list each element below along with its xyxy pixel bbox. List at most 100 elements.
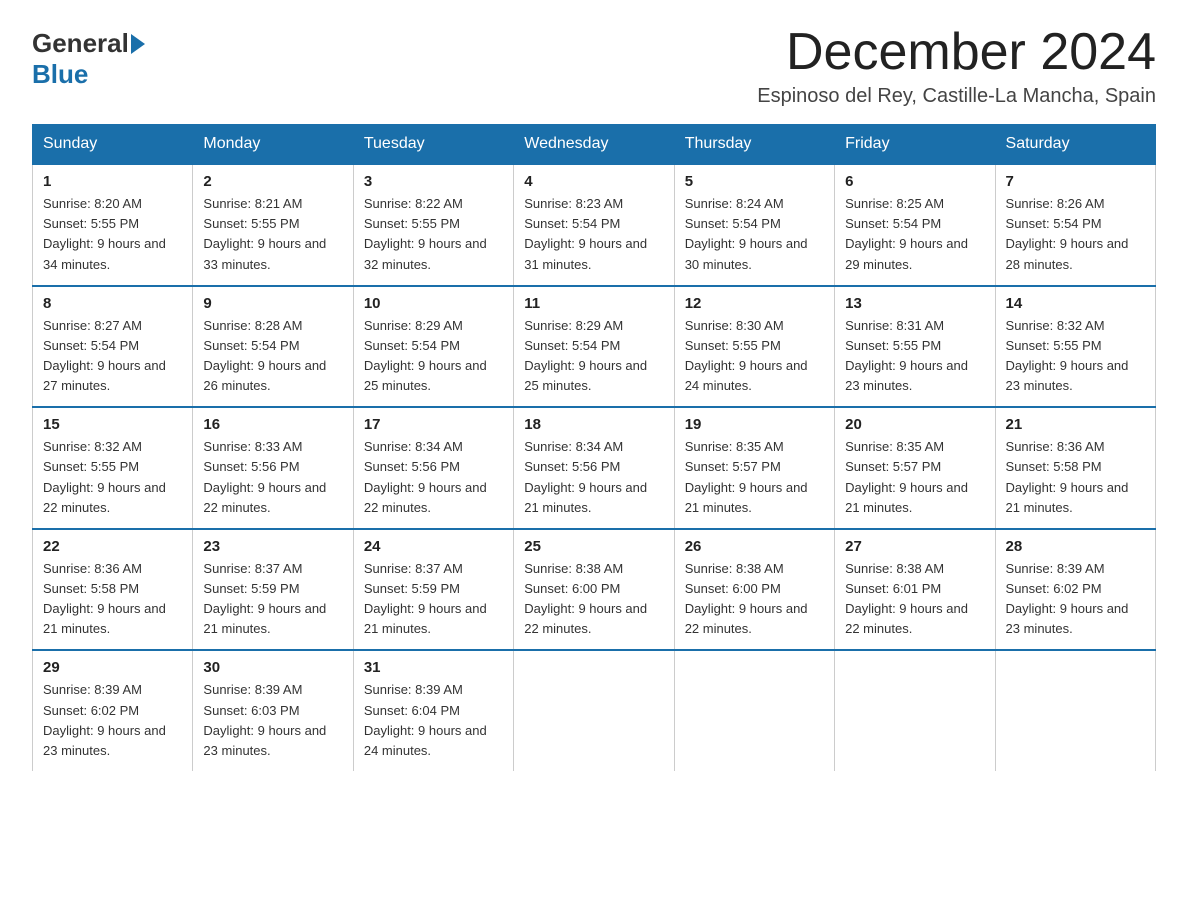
calendar-day-cell: 4Sunrise: 8:23 AMSunset: 5:54 PMDaylight… xyxy=(514,164,674,286)
day-number: 26 xyxy=(685,538,824,555)
day-number: 9 xyxy=(203,295,342,312)
day-info: Sunrise: 8:27 AMSunset: 5:54 PMDaylight:… xyxy=(43,316,182,397)
day-number: 19 xyxy=(685,416,824,433)
calendar-header-sunday: Sunday xyxy=(33,125,193,165)
day-number: 27 xyxy=(845,538,984,555)
day-info: Sunrise: 8:39 AMSunset: 6:02 PMDaylight:… xyxy=(1006,559,1145,640)
day-info: Sunrise: 8:26 AMSunset: 5:54 PMDaylight:… xyxy=(1006,194,1145,275)
day-number: 4 xyxy=(524,173,663,190)
day-number: 15 xyxy=(43,416,182,433)
calendar-day-cell: 24 Sunrise: 8:37 AMSunset: 5:59 PMDayligh… xyxy=(353,529,513,651)
day-number: 8 xyxy=(43,295,182,312)
day-info: Sunrise: 8:30 AMSunset: 5:55 PMDaylight:… xyxy=(685,316,824,397)
day-number: 17 xyxy=(364,416,503,433)
calendar-day-cell: 17 Sunrise: 8:34 AMSunset: 5:56 PMDayligh… xyxy=(353,407,513,529)
day-info: Sunrise: 8:24 AMSunset: 5:54 PMDaylight:… xyxy=(685,194,824,275)
calendar-day-cell: 12 Sunrise: 8:30 AMSunset: 5:55 PMDayligh… xyxy=(674,286,834,408)
day-number: 22 xyxy=(43,538,182,555)
day-number: 3 xyxy=(364,173,503,190)
day-info: Sunrise: 8:37 AMSunset: 5:59 PMDaylight:… xyxy=(364,559,503,640)
day-info: Sunrise: 8:39 AMSunset: 6:04 PMDaylight:… xyxy=(364,680,503,761)
calendar-header-friday: Friday xyxy=(835,125,995,165)
day-info: Sunrise: 8:34 AMSunset: 5:56 PMDaylight:… xyxy=(364,437,503,518)
day-number: 24 xyxy=(364,538,503,555)
day-number: 13 xyxy=(845,295,984,312)
calendar-header-wednesday: Wednesday xyxy=(514,125,674,165)
calendar-day-cell: 5 Sunrise: 8:24 AMSunset: 5:54 PMDaylight… xyxy=(674,164,834,286)
calendar-day-cell: 27 Sunrise: 8:38 AMSunset: 6:01 PMDayligh… xyxy=(835,529,995,651)
calendar-day-cell: 2 Sunrise: 8:21 AMSunset: 5:55 PMDaylight… xyxy=(193,164,353,286)
day-number: 28 xyxy=(1006,538,1145,555)
day-info: Sunrise: 8:29 AMSunset: 5:54 PMDaylight:… xyxy=(364,316,503,397)
page-header: General Blue December 2024 Espinoso del … xyxy=(32,24,1156,108)
day-number: 12 xyxy=(685,295,824,312)
location: Espinoso del Rey, Castille-La Mancha, Sp… xyxy=(757,85,1156,108)
title-section: December 2024 Espinoso del Rey, Castille… xyxy=(757,24,1156,108)
calendar-day-cell xyxy=(835,650,995,771)
day-info: Sunrise: 8:28 AMSunset: 5:54 PMDaylight:… xyxy=(203,316,342,397)
calendar-day-cell: 16Sunrise: 8:33 AMSunset: 5:56 PMDayligh… xyxy=(193,407,353,529)
day-number: 2 xyxy=(203,173,342,190)
logo-general-text: General xyxy=(32,28,129,59)
day-number: 5 xyxy=(685,173,824,190)
calendar-header-saturday: Saturday xyxy=(995,125,1155,165)
day-info: Sunrise: 8:31 AMSunset: 5:55 PMDaylight:… xyxy=(845,316,984,397)
day-info: Sunrise: 8:33 AMSunset: 5:56 PMDaylight:… xyxy=(203,437,342,518)
day-info: Sunrise: 8:35 AMSunset: 5:57 PMDaylight:… xyxy=(845,437,984,518)
calendar-day-cell: 18 Sunrise: 8:34 AMSunset: 5:56 PMDayligh… xyxy=(514,407,674,529)
calendar-day-cell: 23Sunrise: 8:37 AMSunset: 5:59 PMDayligh… xyxy=(193,529,353,651)
calendar-header-thursday: Thursday xyxy=(674,125,834,165)
day-info: Sunrise: 8:29 AMSunset: 5:54 PMDaylight:… xyxy=(524,316,663,397)
calendar-day-cell: 22Sunrise: 8:36 AMSunset: 5:58 PMDayligh… xyxy=(33,529,193,651)
day-info: Sunrise: 8:38 AMSunset: 6:00 PMDaylight:… xyxy=(524,559,663,640)
day-number: 6 xyxy=(845,173,984,190)
calendar-day-cell: 28 Sunrise: 8:39 AMSunset: 6:02 PMDayligh… xyxy=(995,529,1155,651)
day-number: 23 xyxy=(203,538,342,555)
day-number: 25 xyxy=(524,538,663,555)
calendar-day-cell: 20Sunrise: 8:35 AMSunset: 5:57 PMDayligh… xyxy=(835,407,995,529)
day-number: 18 xyxy=(524,416,663,433)
calendar-day-cell: 10 Sunrise: 8:29 AMSunset: 5:54 PMDayligh… xyxy=(353,286,513,408)
calendar-day-cell: 26Sunrise: 8:38 AMSunset: 6:00 PMDayligh… xyxy=(674,529,834,651)
calendar-day-cell xyxy=(995,650,1155,771)
calendar-week-row: 1Sunrise: 8:20 AMSunset: 5:55 PMDaylight… xyxy=(33,164,1156,286)
calendar-table: SundayMondayTuesdayWednesdayThursdayFrid… xyxy=(32,124,1156,771)
day-info: Sunrise: 8:20 AMSunset: 5:55 PMDaylight:… xyxy=(43,194,182,275)
calendar-day-cell xyxy=(514,650,674,771)
calendar-day-cell: 8 Sunrise: 8:27 AMSunset: 5:54 PMDaylight… xyxy=(33,286,193,408)
logo-general: General xyxy=(32,28,147,59)
day-info: Sunrise: 8:25 AMSunset: 5:54 PMDaylight:… xyxy=(845,194,984,275)
calendar-day-cell: 29Sunrise: 8:39 AMSunset: 6:02 PMDayligh… xyxy=(33,650,193,771)
month-title: December 2024 xyxy=(757,24,1156,81)
logo-blue-text: Blue xyxy=(32,59,88,90)
calendar-week-row: 22Sunrise: 8:36 AMSunset: 5:58 PMDayligh… xyxy=(33,529,1156,651)
day-info: Sunrise: 8:34 AMSunset: 5:56 PMDaylight:… xyxy=(524,437,663,518)
calendar-day-cell: 30 Sunrise: 8:39 AMSunset: 6:03 PMDayligh… xyxy=(193,650,353,771)
calendar-day-cell: 9 Sunrise: 8:28 AMSunset: 5:54 PMDaylight… xyxy=(193,286,353,408)
calendar-week-row: 8 Sunrise: 8:27 AMSunset: 5:54 PMDaylight… xyxy=(33,286,1156,408)
calendar-week-row: 15 Sunrise: 8:32 AMSunset: 5:55 PMDayligh… xyxy=(33,407,1156,529)
day-info: Sunrise: 8:39 AMSunset: 6:03 PMDaylight:… xyxy=(203,680,342,761)
day-number: 11 xyxy=(524,295,663,312)
calendar-day-cell: 3 Sunrise: 8:22 AMSunset: 5:55 PMDaylight… xyxy=(353,164,513,286)
calendar-day-cell: 19 Sunrise: 8:35 AMSunset: 5:57 PMDayligh… xyxy=(674,407,834,529)
day-info: Sunrise: 8:35 AMSunset: 5:57 PMDaylight:… xyxy=(685,437,824,518)
logo: General Blue xyxy=(32,24,147,90)
calendar-day-cell: 7Sunrise: 8:26 AMSunset: 5:54 PMDaylight… xyxy=(995,164,1155,286)
calendar-day-cell: 31Sunrise: 8:39 AMSunset: 6:04 PMDayligh… xyxy=(353,650,513,771)
day-info: Sunrise: 8:38 AMSunset: 6:01 PMDaylight:… xyxy=(845,559,984,640)
calendar-day-cell: 13 Sunrise: 8:31 AMSunset: 5:55 PMDayligh… xyxy=(835,286,995,408)
logo-arrow-icon xyxy=(131,34,145,54)
calendar-day-cell: 15 Sunrise: 8:32 AMSunset: 5:55 PMDayligh… xyxy=(33,407,193,529)
day-info: Sunrise: 8:22 AMSunset: 5:55 PMDaylight:… xyxy=(364,194,503,275)
day-info: Sunrise: 8:32 AMSunset: 5:55 PMDaylight:… xyxy=(43,437,182,518)
day-number: 14 xyxy=(1006,295,1145,312)
calendar-header-monday: Monday xyxy=(193,125,353,165)
day-number: 30 xyxy=(203,659,342,676)
calendar-day-cell: 14Sunrise: 8:32 AMSunset: 5:55 PMDayligh… xyxy=(995,286,1155,408)
day-info: Sunrise: 8:21 AMSunset: 5:55 PMDaylight:… xyxy=(203,194,342,275)
calendar-day-cell: 1Sunrise: 8:20 AMSunset: 5:55 PMDaylight… xyxy=(33,164,193,286)
day-info: Sunrise: 8:36 AMSunset: 5:58 PMDaylight:… xyxy=(1006,437,1145,518)
day-number: 10 xyxy=(364,295,503,312)
day-number: 21 xyxy=(1006,416,1145,433)
